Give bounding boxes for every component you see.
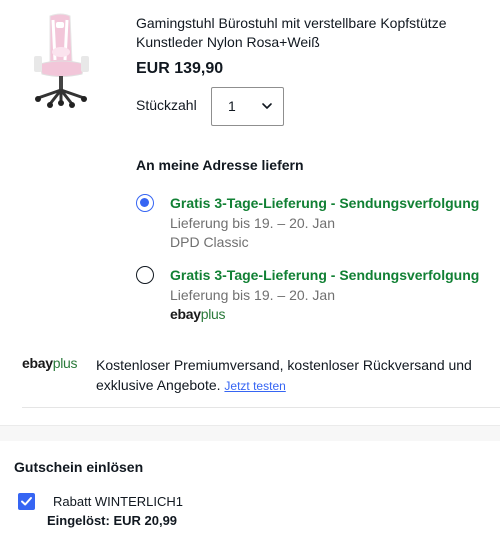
delivery-heading: An meine Adresse liefern <box>136 157 304 173</box>
ebay-plus-logo: ebayplus <box>170 306 226 322</box>
product-price: EUR 139,90 <box>136 60 224 77</box>
coupon-redeemed-amount: Eingelöst: EUR 20,99 <box>47 513 178 528</box>
coupon-section: Gutschein einlösen Rabatt WINTERLICH1 Ei… <box>0 441 500 543</box>
shipping-option-date: Lieferung bis 19. – 20. Jan <box>170 287 336 303</box>
product-title[interactable]: Gamingstuhl Bürostuhl mit verstellbare K… <box>136 14 496 52</box>
divider <box>22 407 500 408</box>
shipping-option-title: Gratis 3-Tage-Lieferung - Sendungsverfol… <box>170 267 480 283</box>
shipping-radio-unselected[interactable] <box>136 266 154 284</box>
coupon-name: Rabatt WINTERLICH1 <box>53 494 184 509</box>
shipping-option-date: Lieferung bis 19. – 20. Jan <box>170 215 336 231</box>
ebay-plus-logo: ebayplus <box>22 355 78 371</box>
shipping-radio-selected[interactable] <box>136 194 154 212</box>
shipping-option-title: Gratis 3-Tage-Lieferung - Sendungsverfol… <box>170 195 480 211</box>
coupon-heading: Gutschein einlösen <box>14 459 144 475</box>
quantity-select[interactable]: 1 <box>211 87 284 126</box>
checkmark-icon <box>21 497 32 506</box>
coupon-checkbox[interactable] <box>18 493 35 510</box>
quantity-value: 1 <box>228 98 236 114</box>
section-separator <box>0 425 500 441</box>
gaming-chair-image <box>34 13 89 108</box>
quantity-label: Stückzahl <box>136 97 197 113</box>
chevron-down-icon <box>262 103 272 109</box>
cart-item-section: Gamingstuhl Bürostuhl mit verstellbare K… <box>0 0 500 425</box>
product-image[interactable] <box>26 12 96 108</box>
ebay-plus-description: Kostenloser Premiumversand, kostenloser … <box>96 357 472 393</box>
try-now-link[interactable]: Jetzt testen <box>224 379 285 393</box>
shipping-carrier: DPD Classic <box>170 234 249 250</box>
